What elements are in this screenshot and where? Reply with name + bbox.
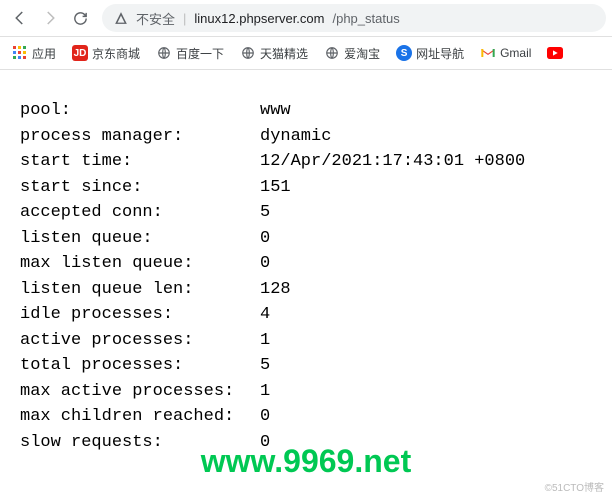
status-key: max children reached: [20,404,260,430]
nav-icon: S [396,45,412,61]
status-key: idle processes: [20,302,260,328]
bookmark-baidu[interactable]: 百度一下 [150,42,230,65]
status-row: active processes:1 [20,328,592,354]
status-key: pool: [20,98,260,124]
status-key: process manager: [20,124,260,150]
status-value: www [260,98,291,124]
status-value: 0 [260,404,270,430]
status-row: total processes:5 [20,353,592,379]
bookmark-label: 爱淘宝 [344,45,380,62]
status-key: listen queue len: [20,277,260,303]
status-key: total processes: [20,353,260,379]
status-row: start since:151 [20,175,592,201]
status-value: 0 [260,251,270,277]
youtube-icon [547,45,563,61]
bookmark-youtube[interactable] [541,42,569,64]
globe-icon [324,45,340,61]
bookmark-gmail[interactable]: Gmail [474,42,537,64]
bookmark-nav[interactable]: S 网址导航 [390,42,470,65]
status-row: listen queue:0 [20,226,592,252]
status-row: start time:12/Apr/2021:17:43:01 +0800 [20,149,592,175]
back-button[interactable] [6,4,34,32]
status-key: start since: [20,175,260,201]
url-divider: | [183,11,186,26]
bookmark-label: Gmail [500,46,531,60]
forward-button[interactable] [36,4,64,32]
bookmark-tmall[interactable]: 天猫精选 [234,42,314,65]
gmail-icon [480,45,496,61]
watermark: www.9969.net [0,443,612,480]
browser-toolbar: 不安全 | linux12.phpserver.com/php_status [0,0,612,37]
status-row: max children reached:0 [20,404,592,430]
status-row: process manager:dynamic [20,124,592,150]
bookmarks-bar: 应用 JD 京东商城 百度一下 天猫精选 爱淘宝 S 网址导航 Gmail [0,37,612,70]
status-row: listen queue len:128 [20,277,592,303]
status-value: 5 [260,353,270,379]
jd-icon: JD [72,45,88,61]
status-row: accepted conn:5 [20,200,592,226]
bookmark-jd[interactable]: JD 京东商城 [66,42,146,65]
bookmark-label: 京东商城 [92,45,140,62]
bookmark-label: 百度一下 [176,45,224,62]
status-value: 1 [260,328,270,354]
status-key: active processes: [20,328,260,354]
status-value: 12/Apr/2021:17:43:01 +0800 [260,149,525,175]
globe-icon [240,45,256,61]
status-value: dynamic [260,124,331,150]
status-value: 151 [260,175,291,201]
globe-icon [156,45,172,61]
status-row: max listen queue:0 [20,251,592,277]
status-value: 128 [260,277,291,303]
bookmark-label: 网址导航 [416,45,464,62]
apps-icon [12,45,28,61]
status-key: accepted conn: [20,200,260,226]
address-bar[interactable]: 不安全 | linux12.phpserver.com/php_status [102,4,606,32]
status-key: max active processes: [20,379,260,405]
status-value: 4 [260,302,270,328]
corner-watermark: ©51CTO博客 [545,479,604,494]
reload-icon [72,10,89,27]
bookmark-label: 天猫精选 [260,45,308,62]
bookmark-aitaobao[interactable]: 爱淘宝 [318,42,386,65]
url-host: linux12.phpserver.com [194,11,324,26]
status-key: listen queue: [20,226,260,252]
apps-button[interactable]: 应用 [6,42,62,65]
status-key: start time: [20,149,260,175]
status-row: max active processes:1 [20,379,592,405]
arrow-left-icon [11,9,29,27]
status-row: pool:www [20,98,592,124]
security-label: 不安全 [136,9,175,28]
status-row: idle processes:4 [20,302,592,328]
status-value: 0 [260,226,270,252]
php-status-table: pool:wwwprocess manager:dynamicstart tim… [20,98,592,455]
reload-button[interactable] [66,4,94,32]
not-secure-icon [114,11,128,25]
page-content: pool:wwwprocess manager:dynamicstart tim… [0,70,612,455]
status-key: max listen queue: [20,251,260,277]
apps-label: 应用 [32,45,56,62]
status-value: 1 [260,379,270,405]
url-path: /php_status [332,11,399,26]
arrow-right-icon [41,9,59,27]
status-value: 5 [260,200,270,226]
